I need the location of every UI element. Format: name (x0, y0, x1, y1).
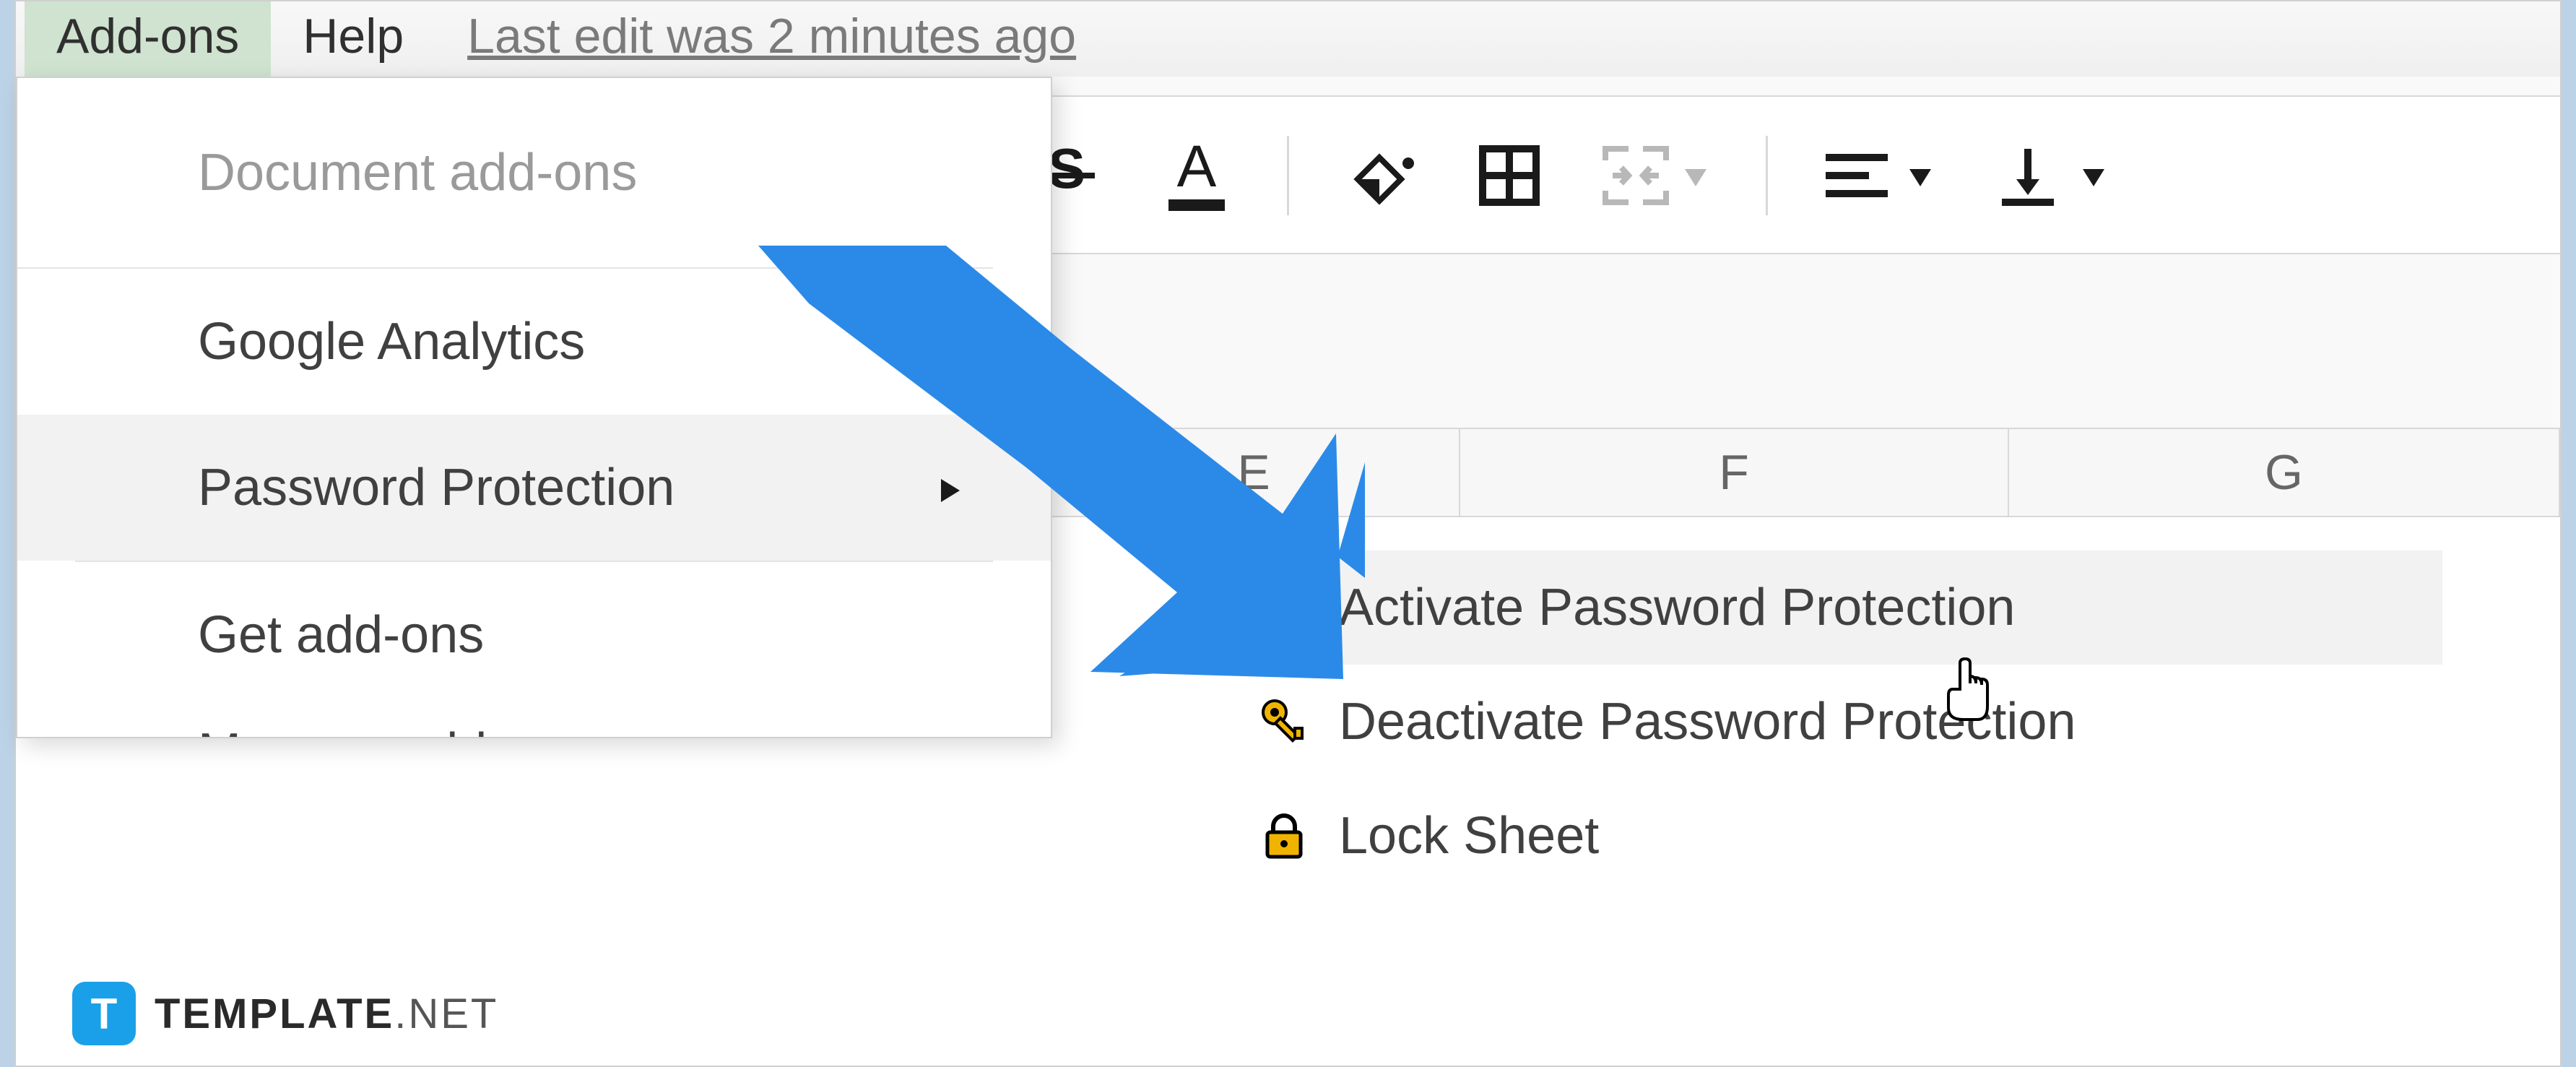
lock-icon (1258, 810, 1310, 862)
pointer-cursor-icon (1943, 657, 1993, 722)
vertical-align-icon[interactable] (1992, 136, 2115, 215)
menu-addons[interactable]: Add-ons (25, 1, 271, 81)
submenu-item-label: Activate Password Protection (1339, 578, 2015, 637)
menubar: Add-ons Help Last edit was 2 minutes ago (16, 1, 2560, 77)
merge-cells-icon[interactable] (1600, 136, 1715, 215)
submenu-item-deactivate[interactable]: Deactivate Password Protection (1215, 665, 2442, 779)
toolbar-separator (1287, 136, 1289, 215)
last-edit-link[interactable]: Last edit was 2 minutes ago (435, 1, 1108, 81)
password-protection-submenu: Activate Password Protection Deactivate … (1215, 550, 2442, 893)
fill-color-icon[interactable] (1340, 136, 1419, 215)
column-header-f[interactable]: F (1460, 429, 2009, 516)
watermark-badge: T (72, 982, 136, 1045)
annotation-arrow (715, 246, 1379, 722)
text-color-icon[interactable]: A (1157, 136, 1236, 215)
toolbar-icons: S A (1027, 136, 2115, 215)
submenu-item-activate[interactable]: Activate Password Protection (1215, 550, 2442, 665)
watermark-text: TEMPLATE.NET (155, 990, 498, 1038)
watermark-thin: .NET (394, 990, 498, 1037)
toolbar-separator (1766, 136, 1768, 215)
borders-icon[interactable] (1470, 136, 1549, 215)
watermark-bold: TEMPLATE (155, 990, 394, 1037)
svg-text:S: S (1048, 143, 1085, 200)
submenu-item-label: Lock Sheet (1339, 806, 1599, 865)
dropdown-item-label: Password Protection (198, 459, 675, 517)
menu-help[interactable]: Help (271, 1, 435, 81)
submenu-item-lock-sheet[interactable]: Lock Sheet (1215, 779, 2442, 893)
watermark: T TEMPLATE.NET (72, 982, 498, 1045)
dropdown-header: Document add-ons (17, 78, 993, 269)
column-header-g[interactable]: G (2009, 429, 2560, 516)
svg-text:A: A (1177, 136, 1217, 199)
horizontal-align-icon[interactable] (1818, 136, 1941, 215)
